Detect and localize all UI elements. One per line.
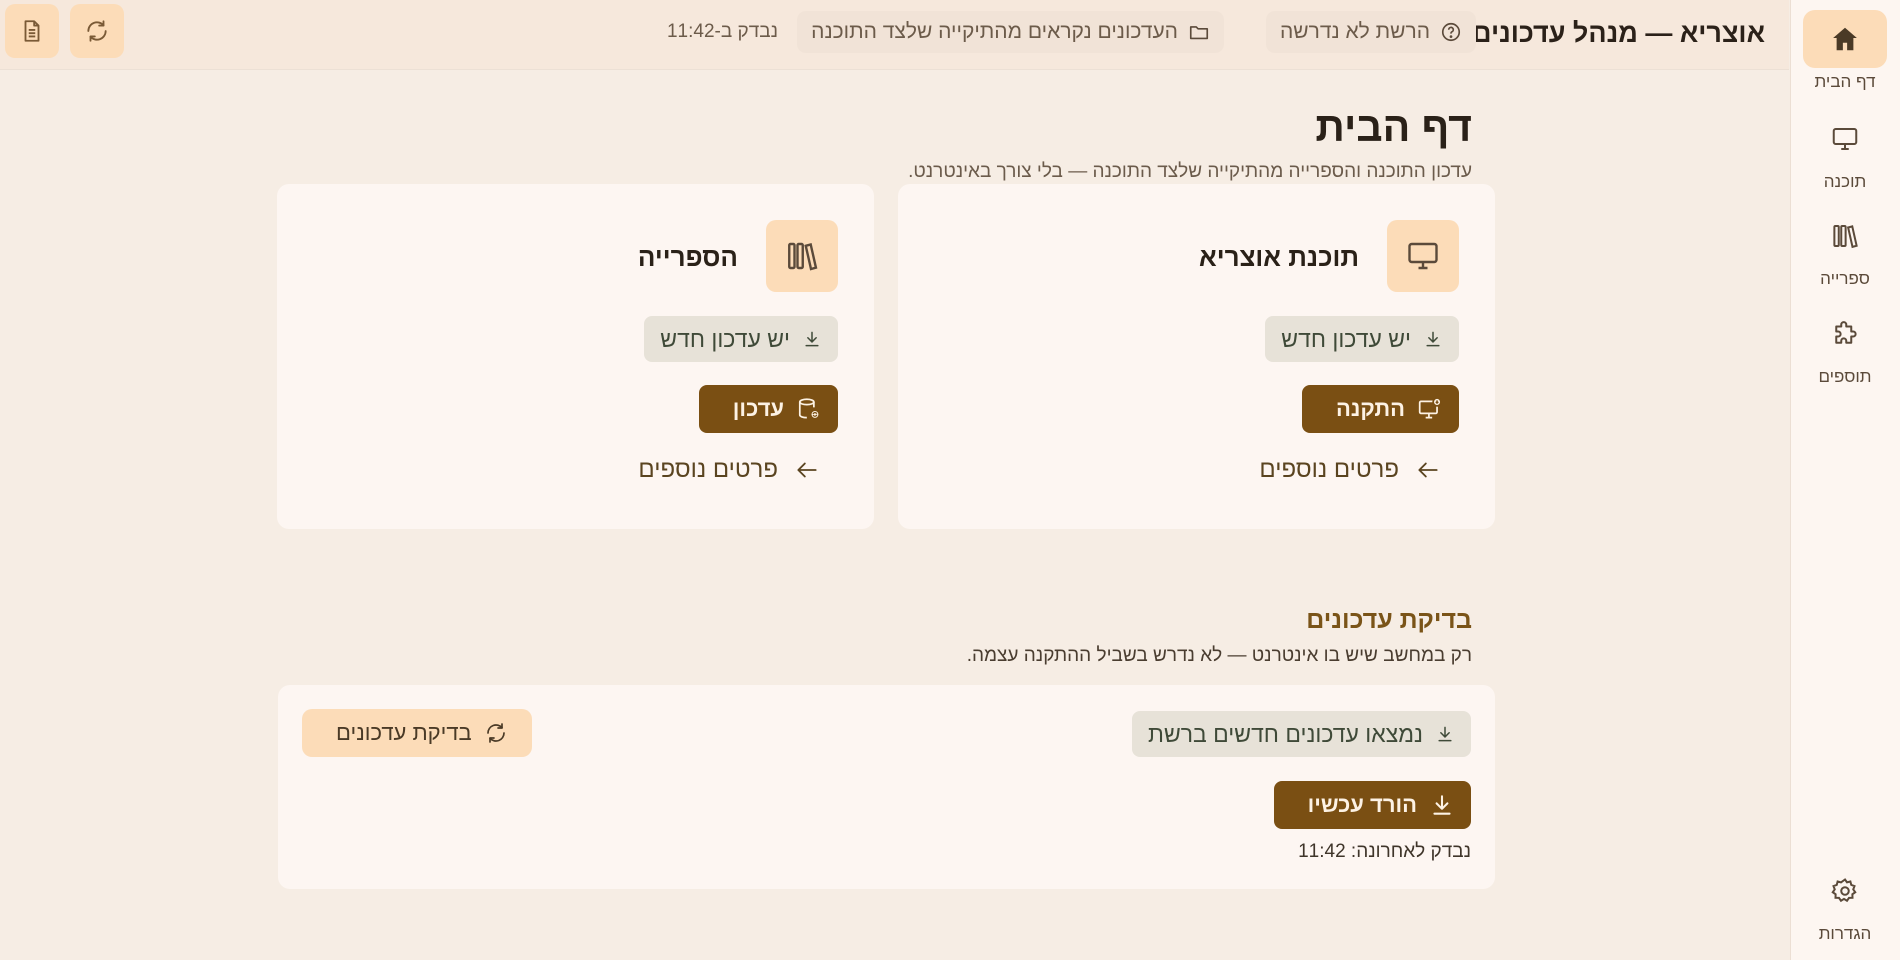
download-icon bbox=[802, 329, 822, 349]
sidebar-item-label: תוכנה bbox=[1823, 172, 1867, 191]
updates-section-subtitle: רק במחשב שיש בו אינטרנט — לא נדרש בשביל … bbox=[966, 645, 1472, 666]
refresh-icon bbox=[484, 721, 508, 745]
software-update-status: יש עדכון חדש bbox=[1281, 325, 1411, 352]
refresh-button[interactable] bbox=[70, 4, 124, 58]
monitor-icon bbox=[1803, 110, 1887, 168]
library-card: הספרייה יש עדכון חדש עדכון פרטים נוספים bbox=[277, 184, 874, 529]
sidebar-item-label: ספרייה bbox=[1820, 269, 1870, 288]
sidebar-item-settings[interactable]: הגדרות bbox=[1790, 862, 1900, 944]
database-update-icon bbox=[796, 396, 822, 422]
sidebar-item-software[interactable]: תוכנה bbox=[1790, 110, 1900, 192]
updates-card: נמצאו עדכונים חדשים ברשת הורד עכשיו נבדק… bbox=[278, 685, 1495, 889]
books-icon bbox=[1803, 207, 1887, 265]
download-icon bbox=[1423, 329, 1443, 349]
library-card-title: הספרייה bbox=[637, 242, 738, 272]
page-subtitle: עדכון התוכנה והספרייה מהתיקייה שלצד התוכ… bbox=[908, 161, 1472, 182]
updates-source-text: העדכונים נקראים מהתיקייה שלצד התוכנה bbox=[811, 20, 1178, 43]
library-update-label: עדכון bbox=[732, 396, 784, 421]
updates-section-title: בדיקת עדכונים bbox=[1306, 606, 1472, 634]
arrow-left-icon bbox=[794, 457, 820, 483]
online-updates-status: נמצאו עדכונים חדשים ברשת bbox=[1148, 720, 1423, 747]
sidebar-item-label: הגדרות bbox=[1818, 924, 1872, 943]
library-update-button[interactable]: עדכון bbox=[698, 385, 838, 433]
puzzle-icon bbox=[1803, 305, 1887, 363]
library-update-status: יש עדכון חדש bbox=[660, 325, 790, 352]
library-more-link[interactable]: פרטים נוספים bbox=[638, 456, 820, 484]
monitor-install-icon bbox=[1417, 396, 1443, 422]
help-circle-icon bbox=[1440, 21, 1462, 43]
last-check-time: נבדק ב-11:42 bbox=[666, 21, 778, 42]
sidebar-item-library[interactable]: ספרייה bbox=[1790, 207, 1900, 289]
sidebar-item-label: דף הבית bbox=[1814, 72, 1876, 91]
online-updates-badge: נמצאו עדכונים חדשים ברשת bbox=[1132, 711, 1471, 757]
library-update-badge: יש עדכון חדש bbox=[644, 316, 838, 362]
app-title: אוצריא — מנהל עדכונים bbox=[1472, 18, 1765, 48]
updates-source-pill: העדכונים נקראים מהתיקייה שלצד התוכנה bbox=[797, 11, 1224, 53]
install-button-label: התקנה bbox=[1336, 396, 1405, 421]
software-update-badge: יש עדכון חדש bbox=[1265, 316, 1459, 362]
refresh-icon bbox=[84, 18, 110, 44]
software-card: תוכנת אוצריא יש עדכון חדש התקנה פרטים נו… bbox=[898, 184, 1495, 529]
books-icon bbox=[766, 220, 838, 292]
sidebar: דף הבית תוכנה ספרייה תוספים הגדרות bbox=[1790, 0, 1900, 960]
sidebar-item-home[interactable]: דף הבית bbox=[1790, 10, 1900, 92]
download-now-label: הורד עכשיו bbox=[1307, 792, 1417, 817]
network-status-text: הרשת לא נדרשה bbox=[1279, 20, 1430, 43]
last-checked-text: נבדק לאחרונה: 11:42 bbox=[1298, 841, 1471, 862]
monitor-icon bbox=[1387, 220, 1459, 292]
sidebar-item-plugins[interactable]: תוספים bbox=[1790, 305, 1900, 387]
library-more-label: פרטים נוספים bbox=[638, 456, 778, 483]
software-more-link[interactable]: פרטים נוספים bbox=[1259, 456, 1441, 484]
install-button[interactable]: התקנה bbox=[1302, 385, 1459, 433]
folder-icon bbox=[1188, 21, 1210, 43]
download-now-button[interactable]: הורד עכשיו bbox=[1273, 781, 1471, 829]
network-status-pill: הרשת לא נדרשה bbox=[1265, 11, 1476, 53]
software-card-title: תוכנת אוצריא bbox=[1199, 242, 1359, 272]
sidebar-item-label: תוספים bbox=[1818, 367, 1872, 386]
home-icon bbox=[1803, 10, 1887, 68]
software-more-label: פרטים נוספים bbox=[1259, 456, 1399, 483]
download-icon bbox=[1435, 724, 1455, 744]
log-button[interactable] bbox=[5, 4, 59, 58]
document-icon bbox=[19, 18, 45, 44]
page-title: דף הבית bbox=[1315, 104, 1472, 150]
top-bar: אוצריא — מנהל עדכונים הרשת לא נדרשה העדכ… bbox=[0, 0, 1789, 70]
check-updates-label: בדיקת עדכונים bbox=[336, 720, 472, 745]
gear-icon bbox=[1803, 862, 1887, 920]
arrow-left-icon bbox=[1415, 457, 1441, 483]
check-updates-button[interactable]: בדיקת עדכונים bbox=[302, 709, 532, 757]
download-icon bbox=[1429, 792, 1455, 818]
